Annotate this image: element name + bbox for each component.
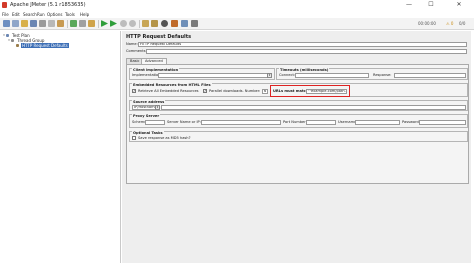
start-no-pauses-icon[interactable]	[110, 20, 117, 27]
window-title: Apache JMeter (5.1 r1853635)	[10, 2, 86, 8]
md5-hash-checkbox[interactable]	[132, 136, 136, 140]
proxy-port-field[interactable]	[306, 120, 336, 125]
function-helper-icon[interactable]	[181, 20, 188, 27]
proxy-server-group: Proxy Server Scheme: Server Name or IP: …	[129, 114, 468, 128]
warning-count[interactable]: ⚠ 0	[446, 21, 453, 26]
jmeter-feather-icon	[2, 2, 7, 8]
shutdown-icon[interactable]	[129, 20, 136, 27]
save-icon[interactable]	[30, 20, 37, 27]
help-icon[interactable]	[191, 20, 198, 27]
retrieve-embedded-checkbox[interactable]: ✓	[132, 89, 136, 93]
active-threads: 0/0	[459, 21, 466, 26]
menu-tools[interactable]: Tools	[65, 12, 75, 17]
collapse-icon[interactable]	[79, 20, 86, 27]
response-timeout-field[interactable]	[394, 73, 466, 78]
menu-edit[interactable]: Edit	[12, 12, 20, 17]
response-timeout-label: Response:	[373, 73, 392, 77]
comments-label: Comments:	[126, 49, 147, 53]
new-test-plan-icon[interactable]	[3, 20, 10, 27]
menu-bar: File Edit Search Run Options Tools Help	[0, 11, 474, 18]
chevron-down-icon[interactable]: ▾	[267, 73, 272, 78]
menu-options[interactable]: Options	[47, 12, 62, 17]
source-type-select[interactable]: IP/Hostname	[132, 105, 156, 110]
config-panel: HTTP Request Defaults Name: HTTP Request…	[122, 31, 471, 263]
reset-search-icon[interactable]	[171, 20, 178, 27]
menu-file[interactable]: File	[2, 12, 9, 17]
urls-must-match-field[interactable]: ^example.com/path.*|	[306, 89, 347, 94]
proxy-port-label: Port Number:	[283, 120, 307, 124]
minimize-button[interactable]: —	[402, 0, 416, 10]
retrieve-embedded-label: Retrieve All Embedded Resources	[138, 89, 199, 93]
title-bar: Apache JMeter (5.1 r1853635) — ☐ ✕	[0, 0, 474, 10]
menu-search[interactable]: Search	[23, 12, 37, 17]
test-plan-tree: ▾ Test Plan ▾ Thread Group HTTP Request …	[0, 31, 121, 263]
implementation-select[interactable]	[158, 73, 268, 78]
timeouts-group: Timeouts (milliseconds) Connect: Respons…	[276, 68, 468, 80]
proxy-server-field[interactable]	[201, 120, 281, 125]
tree-item-http-request-defaults[interactable]: HTTP Request Defaults	[12, 43, 82, 48]
stop-icon[interactable]	[120, 20, 127, 27]
gear-icon	[11, 39, 14, 42]
elapsed-timer: 00:00:00	[418, 21, 436, 26]
close-button[interactable]: ✕	[452, 0, 466, 10]
proxy-username-field[interactable]	[355, 120, 400, 125]
chevron-down-icon[interactable]: ▾	[155, 105, 160, 110]
toolbar: 00:00:00 ⚠ 0 0/0	[0, 18, 474, 30]
optional-tasks-group: Optional Tasks Save response as MD5 hash…	[129, 131, 468, 142]
proxy-password-field[interactable]	[419, 120, 466, 125]
parallel-downloads-label: Parallel downloads. Number:	[209, 89, 261, 93]
expand-icon[interactable]	[70, 20, 77, 27]
name-label: Name:	[126, 42, 138, 46]
advanced-tab-panel: Client implementation Implementation: ▾ …	[126, 64, 469, 184]
test-plan-icon	[6, 34, 9, 37]
proxy-password-label: Password	[402, 120, 419, 124]
comments-field[interactable]	[146, 49, 467, 54]
connect-timeout-label: Connect:	[279, 73, 296, 77]
wrench-icon	[16, 44, 19, 47]
urls-must-match-label: URLs must match:	[273, 89, 310, 93]
toggle-icon[interactable]	[88, 20, 95, 27]
client-implementation-group: Client implementation Implementation: ▾	[129, 68, 275, 80]
proxy-username-label: Username	[338, 120, 357, 124]
copy-icon[interactable]	[48, 20, 55, 27]
parallel-downloads-number[interactable]: 6	[262, 89, 268, 94]
templates-icon[interactable]	[12, 20, 19, 27]
parallel-downloads-checkbox[interactable]: ✓	[203, 89, 207, 93]
md5-hash-label: Save response as MD5 hash?	[138, 136, 191, 140]
name-field[interactable]: HTTP Request Defaults	[138, 42, 467, 47]
embedded-resources-group: Embedded Resources from HTML Files ✓ Ret…	[129, 83, 468, 97]
source-address-field[interactable]	[161, 105, 466, 110]
proxy-scheme-field[interactable]	[145, 120, 165, 125]
proxy-server-label: Server Name or IP:	[167, 120, 201, 124]
maximize-button[interactable]: ☐	[424, 0, 438, 10]
source-address-group: Source address IP/Hostname ▾	[129, 100, 468, 111]
page-title: HTTP Request Defaults	[126, 34, 192, 40]
menu-help[interactable]: Help	[80, 12, 89, 17]
menu-run[interactable]: Run	[37, 12, 45, 17]
clear-all-icon[interactable]	[151, 20, 158, 27]
open-folder-icon[interactable]	[21, 20, 28, 27]
connect-timeout-field[interactable]	[295, 73, 369, 78]
start-icon[interactable]	[101, 20, 108, 27]
cut-icon[interactable]	[39, 20, 46, 27]
search-binoculars-icon[interactable]	[161, 20, 168, 27]
paste-icon[interactable]	[57, 20, 64, 27]
clear-icon[interactable]	[142, 20, 149, 27]
